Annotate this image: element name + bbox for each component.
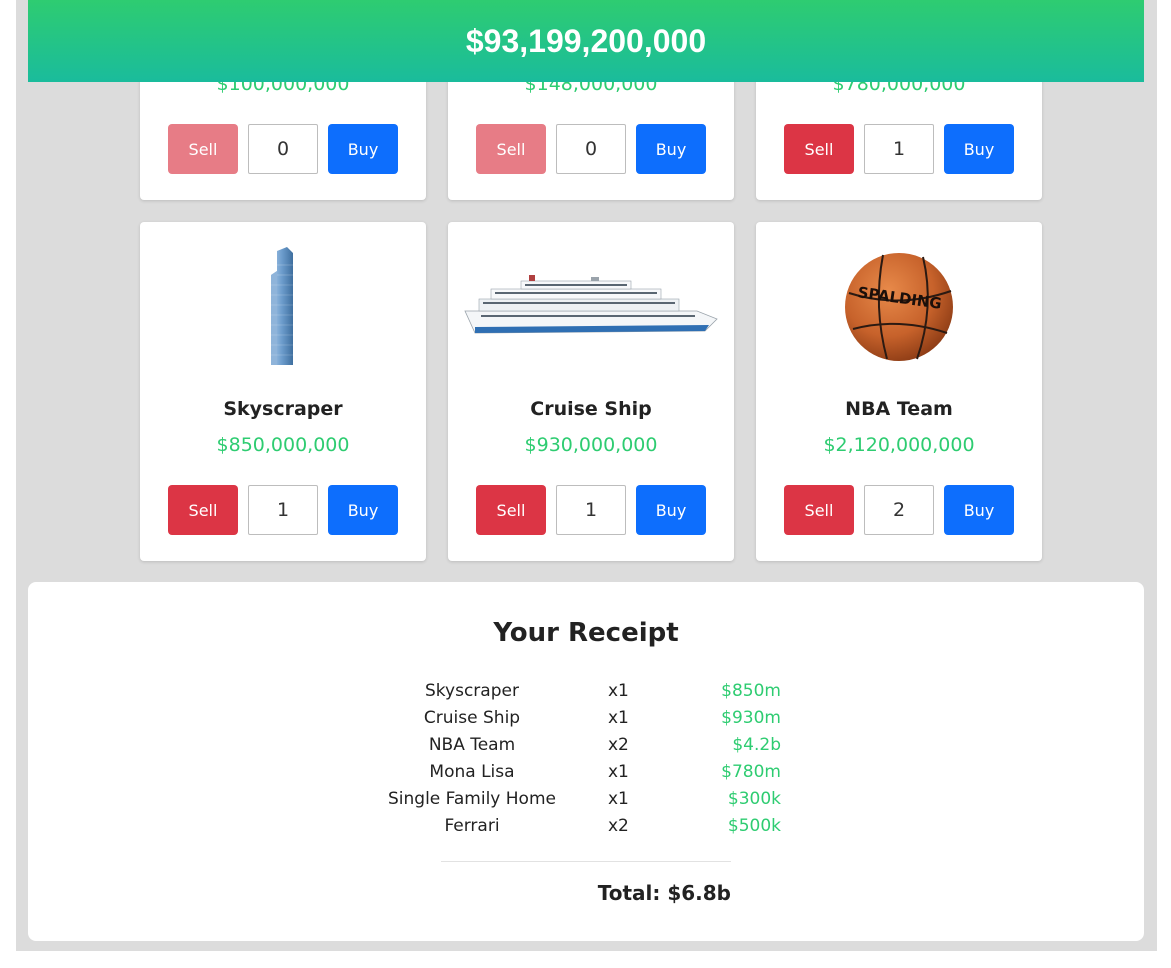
receipt-row: NBA Team x2 $4.2b — [28, 735, 1144, 762]
buy-button[interactable]: Buy — [944, 124, 1014, 174]
quantity-input[interactable] — [556, 485, 626, 535]
receipt-item-qty: x1 — [608, 681, 629, 701]
balance-header: $93,199,200,000 — [28, 0, 1144, 82]
product-name: NBA Team — [845, 398, 953, 420]
sell-button[interactable]: Sell — [168, 124, 238, 174]
quantity-input[interactable] — [556, 124, 626, 174]
skyscraper-icon — [140, 242, 426, 372]
receipt-title: Your Receipt — [493, 618, 679, 648]
sell-button[interactable]: Sell — [168, 485, 238, 535]
product-price: $930,000,000 — [524, 434, 658, 456]
sell-button[interactable]: Sell — [784, 124, 854, 174]
receipt-item-name: Cruise Ship — [423, 708, 521, 728]
receipt-item-qty: x1 — [608, 762, 629, 782]
receipt-item-amount: $500k — [727, 816, 781, 836]
sell-button[interactable]: Sell — [476, 124, 546, 174]
quantity-input[interactable] — [864, 485, 934, 535]
basketball-icon: SPALDING — [756, 242, 1042, 372]
product-card-skyscraper: Skyscraper $850,000,000 Sell Buy — [140, 222, 426, 561]
sell-button[interactable]: Sell — [476, 485, 546, 535]
product-card-nba-team: SPALDING NBA Team $2,120,000,000 Sell Bu… — [756, 222, 1042, 561]
receipt-panel: Your Receipt Skyscraper x1 $850m Cruise … — [28, 582, 1144, 941]
quantity-input[interactable] — [248, 485, 318, 535]
product-price: $850,000,000 — [216, 434, 350, 456]
receipt-item-name: Skyscraper — [425, 681, 519, 701]
receipt-item-name: Ferrari — [444, 816, 500, 836]
receipt-item-amount: $4.2b — [732, 735, 781, 755]
cruise-ship-icon — [448, 242, 734, 372]
buy-button[interactable]: Buy — [328, 485, 398, 535]
receipt-row: Cruise Ship x1 $930m — [28, 708, 1144, 735]
receipt-item-qty: x2 — [608, 816, 629, 836]
receipt-item-name: Mona Lisa — [429, 762, 515, 782]
buy-button[interactable]: Buy — [636, 485, 706, 535]
receipt-item-amount: $780m — [721, 762, 781, 782]
receipt-row: Ferrari x2 $500k — [28, 816, 1144, 843]
product-name: Skyscraper — [223, 398, 343, 420]
receipt-item-name: NBA Team — [428, 735, 516, 755]
receipt-item-qty: x2 — [608, 735, 629, 755]
receipt-item-qty: x1 — [608, 789, 629, 809]
product-name: Cruise Ship — [530, 398, 652, 420]
product-card-cruise-ship: Cruise Ship $930,000,000 Sell Buy — [448, 222, 734, 561]
receipt-item-name: Single Family Home — [388, 789, 556, 809]
buy-button[interactable]: Buy — [328, 124, 398, 174]
receipt-item-amount: $930m — [721, 708, 781, 728]
balance-amount: $93,199,200,000 — [465, 22, 707, 59]
receipt-item-amount: $850m — [721, 681, 781, 701]
receipt-divider — [441, 861, 731, 862]
receipt-item-amount: $300k — [727, 789, 781, 809]
buy-button[interactable]: Buy — [636, 124, 706, 174]
quantity-input[interactable] — [248, 124, 318, 174]
buy-button[interactable]: Buy — [944, 485, 1014, 535]
receipt-row: Single Family Home x1 $300k — [28, 789, 1144, 816]
sell-button[interactable]: Sell — [784, 485, 854, 535]
receipt-row: Skyscraper x1 $850m — [28, 681, 1144, 708]
receipt-item-qty: x1 — [608, 708, 629, 728]
receipt-row: Mona Lisa x1 $780m — [28, 762, 1144, 789]
product-price: $2,120,000,000 — [823, 434, 975, 456]
quantity-input[interactable] — [864, 124, 934, 174]
receipt-total: Total: $6.8b — [597, 881, 731, 905]
